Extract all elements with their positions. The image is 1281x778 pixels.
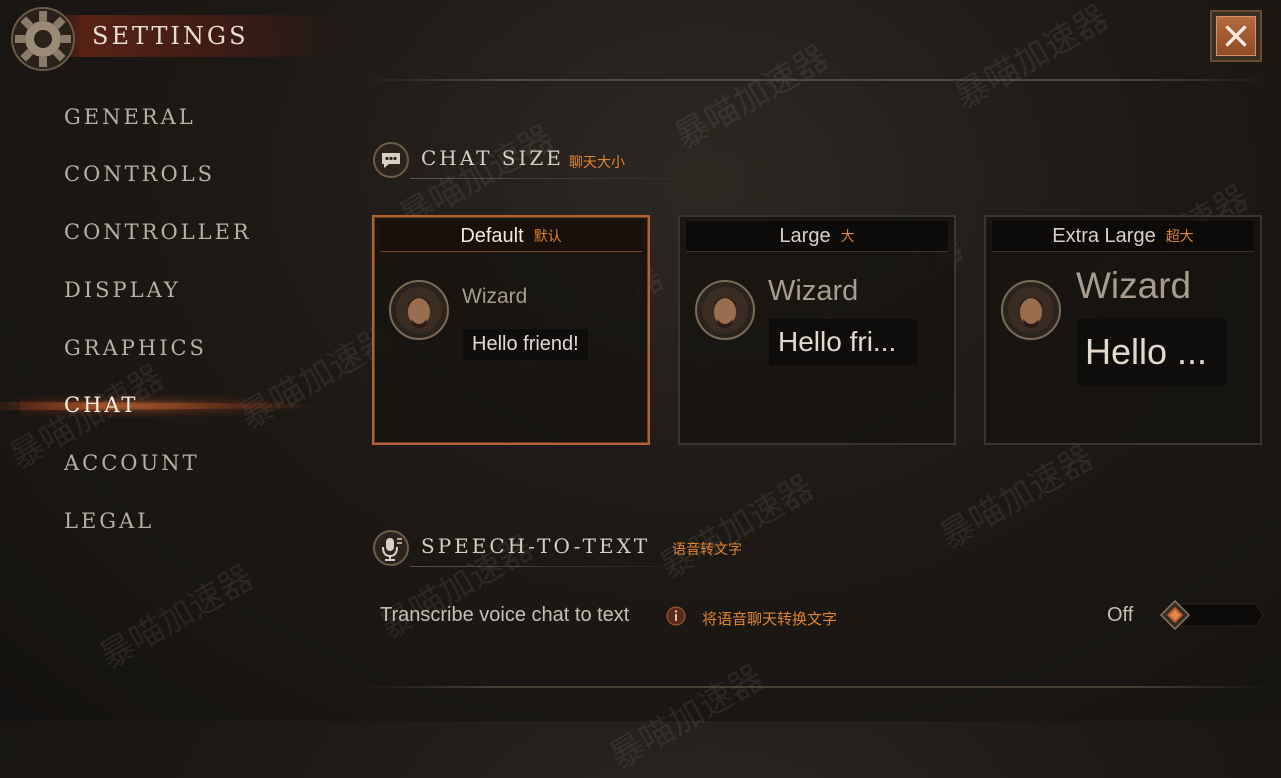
microphone-icon xyxy=(373,530,409,566)
chat-size-option-extra-large[interactable]: Extra Large 超大 Wizard Hello ... xyxy=(984,215,1262,445)
sidebar-item-account[interactable]: ACCOUNT xyxy=(64,451,200,475)
speaker-name: Wizard xyxy=(1076,265,1192,306)
toggle-state-label: Off xyxy=(1107,604,1134,626)
active-nav-glow xyxy=(20,394,300,418)
watermark-text: 暴喵加速器 xyxy=(93,558,260,677)
speaker-name: Wizard xyxy=(462,285,528,308)
chat-size-title-cn: 聊天大小 xyxy=(569,154,625,170)
option-header: Default 默认 xyxy=(380,221,642,252)
speech-to-text-toggle[interactable] xyxy=(1158,600,1264,630)
option-header: Extra Large 超大 xyxy=(992,221,1254,252)
avatar xyxy=(389,280,449,340)
option-label-cn: 默认 xyxy=(533,228,562,244)
chat-message-preview: Hello fri... xyxy=(769,319,917,365)
chat-size-title: CHAT SIZE xyxy=(421,146,564,170)
section-divider xyxy=(410,566,710,567)
watermark-text: 暴喵加速器 xyxy=(668,38,835,157)
close-button[interactable] xyxy=(1210,10,1262,62)
sidebar-item-display[interactable]: DISPLAY xyxy=(64,278,181,302)
sidebar-item-general[interactable]: GENERAL xyxy=(64,105,196,129)
watermark-text: 暴喵加速器 xyxy=(933,438,1100,557)
chat-message-preview: Hello ... xyxy=(1077,319,1227,385)
watermark-text: 暴喵加速器 xyxy=(653,468,820,587)
close-icon xyxy=(1216,16,1256,56)
avatar xyxy=(1001,280,1061,340)
speech-to-text-title-cn: 语音转文字 xyxy=(672,541,742,557)
sidebar-item-controls[interactable]: CONTROLS xyxy=(64,162,215,186)
option-header: Large 大 xyxy=(686,221,948,252)
page-title: SETTINGS xyxy=(92,22,249,50)
sidebar-item-controller[interactable]: CONTROLLER xyxy=(64,220,252,244)
sidebar-item-graphics[interactable]: GRAPHICS xyxy=(64,336,207,360)
bottom-divider xyxy=(360,686,1270,688)
chat-size-option-large[interactable]: Large 大 Wizard Hello fri... xyxy=(678,215,956,445)
gear-icon xyxy=(11,7,75,71)
info-icon[interactable] xyxy=(666,606,686,626)
option-label: Extra Large xyxy=(1052,224,1156,247)
option-label: Default xyxy=(460,224,524,247)
avatar xyxy=(695,280,755,340)
section-divider xyxy=(410,178,710,179)
option-label-cn: 超大 xyxy=(1165,228,1194,244)
chat-bubble-icon xyxy=(373,142,409,178)
transcribe-setting-label: Transcribe voice chat to text xyxy=(380,604,630,626)
watermark-text: 暴喵加速器 xyxy=(948,0,1115,117)
watermark-text: 暴喵加速器 xyxy=(603,658,770,777)
sidebar-item-legal[interactable]: LEGAL xyxy=(64,509,154,533)
transcribe-setting-label-cn: 将语音聊天转换文字 xyxy=(702,611,838,628)
header-divider xyxy=(360,79,1270,81)
speech-to-text-title: SPEECH-TO-TEXT xyxy=(421,534,651,558)
chat-size-option-default[interactable]: Default 默认 Wizard Hello friend! xyxy=(372,215,650,445)
chat-message-preview: Hello friend! xyxy=(463,329,588,360)
option-label: Large xyxy=(779,224,831,247)
speaker-name: Wizard xyxy=(768,275,859,307)
sidebar-item-chat[interactable]: CHAT xyxy=(64,393,138,417)
option-label-cn: 大 xyxy=(840,228,855,244)
